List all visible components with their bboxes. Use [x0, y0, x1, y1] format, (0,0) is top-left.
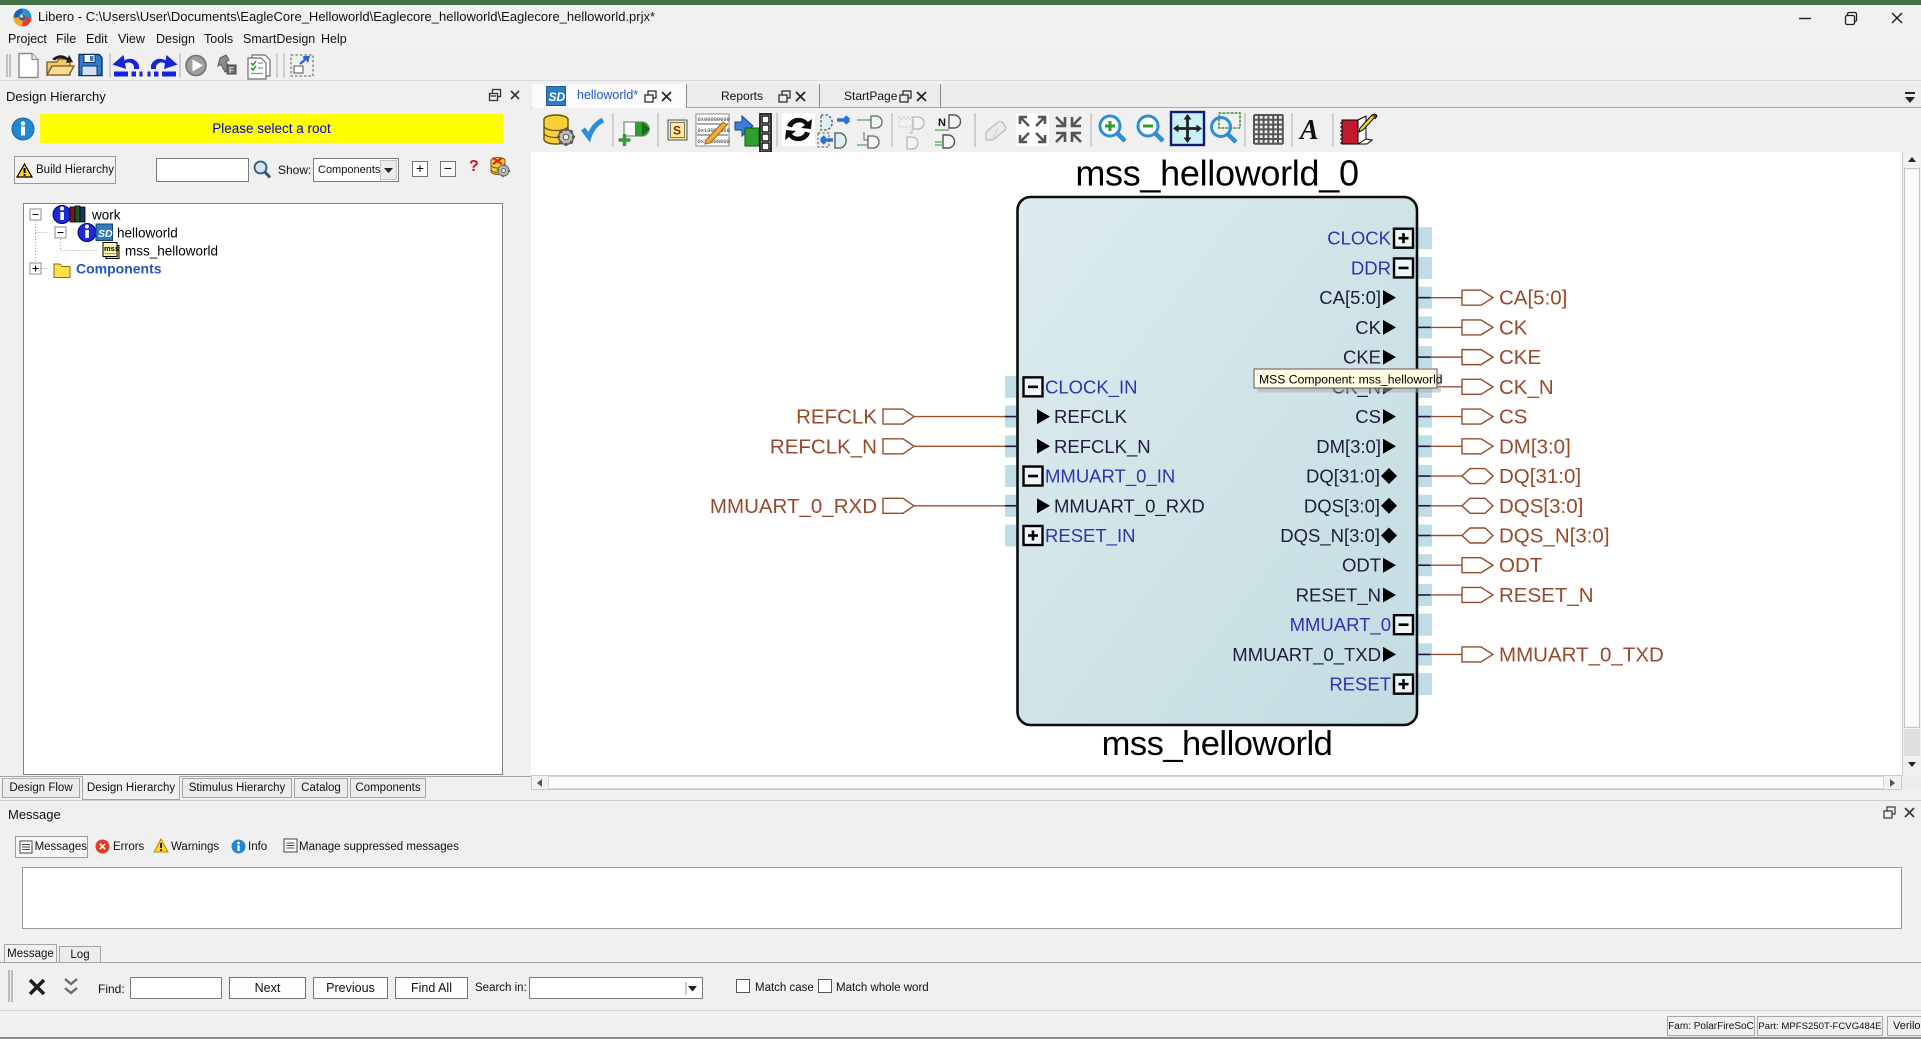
svg-text:work: work — [91, 208, 121, 223]
svg-text:mss: mss — [104, 244, 119, 253]
svg-text:CS: CS — [1499, 406, 1527, 429]
svg-text:REFCLK_N: REFCLK_N — [770, 435, 877, 458]
svg-text:RESET_N: RESET_N — [1499, 584, 1594, 607]
svg-text:MMUART_0: MMUART_0 — [1290, 614, 1391, 636]
svg-text:DQ[31:0]: DQ[31:0] — [1499, 465, 1581, 488]
svg-text:CLOCK: CLOCK — [1327, 228, 1391, 249]
svg-text:MMUART_0_RXD: MMUART_0_RXD — [710, 495, 877, 518]
svg-text:MMUART_0_IN: MMUART_0_IN — [1045, 466, 1175, 488]
svg-text:CKE: CKE — [1499, 346, 1541, 369]
svg-text:CS: CS — [1355, 406, 1381, 427]
svg-text:MSS Component: mss_helloworld: MSS Component: mss_helloworld — [1259, 373, 1443, 387]
svg-text:mss_helloworld: mss_helloworld — [1102, 725, 1333, 763]
svg-text:helloworld: helloworld — [117, 226, 178, 241]
svg-text:MMUART_0_RXD: MMUART_0_RXD — [1054, 495, 1205, 517]
svg-text:A: A — [1298, 115, 1319, 146]
svg-text:RESET: RESET — [1329, 674, 1391, 695]
svg-text:DQS_N[3:0]: DQS_N[3:0] — [1499, 525, 1610, 548]
svg-text:ODT: ODT — [1342, 555, 1381, 576]
svg-text:REFCLK: REFCLK — [796, 406, 877, 429]
svg-text:SD: SD — [98, 228, 113, 240]
svg-text:DQS[3:0]: DQS[3:0] — [1304, 495, 1380, 516]
svg-text:CA[5:0]: CA[5:0] — [1499, 287, 1567, 310]
svg-text:CLOCK_IN: CLOCK_IN — [1045, 376, 1138, 398]
svg-text:DM[3:0]: DM[3:0] — [1316, 436, 1381, 457]
svg-text:CK: CK — [1355, 317, 1381, 338]
svg-text:RESET_N: RESET_N — [1296, 584, 1381, 606]
svg-text:0x20000000: 0x20000000 — [698, 139, 730, 145]
svg-text:mss_helloworld: mss_helloworld — [125, 244, 218, 259]
svg-text:ODT: ODT — [1499, 554, 1543, 577]
svg-text:DM[3:0]: DM[3:0] — [1499, 435, 1571, 458]
svg-text:CK_N: CK_N — [1499, 376, 1554, 399]
svg-text:MMUART_0_TXD: MMUART_0_TXD — [1232, 644, 1381, 666]
svg-text:F: F — [229, 66, 234, 75]
svg-text:REFCLK_N: REFCLK_N — [1054, 436, 1151, 458]
svg-text:MMUART_0_TXD: MMUART_0_TXD — [1499, 643, 1664, 666]
svg-text:N: N — [938, 117, 946, 129]
svg-text:DQS_N[3:0]: DQS_N[3:0] — [1280, 525, 1380, 547]
svg-text:Components: Components — [76, 261, 162, 277]
svg-text:DDR: DDR — [1351, 257, 1391, 278]
svg-text:DQ[31:0]: DQ[31:0] — [1306, 466, 1380, 487]
svg-text:CA[5:0]: CA[5:0] — [1319, 287, 1381, 308]
svg-text:CK: CK — [1499, 316, 1528, 339]
svg-text:0x00000000: 0x00000000 — [698, 117, 730, 123]
svg-text:REFCLK: REFCLK — [1054, 406, 1128, 427]
svg-text:S: S — [673, 124, 681, 138]
svg-text:CKE: CKE — [1343, 347, 1381, 368]
svg-text:RESET_IN: RESET_IN — [1045, 525, 1135, 547]
svg-text:SD: SD — [549, 90, 566, 104]
svg-text:DQS[3:0]: DQS[3:0] — [1499, 495, 1583, 518]
svg-text:mss_helloworld_0: mss_helloworld_0 — [1075, 153, 1358, 194]
